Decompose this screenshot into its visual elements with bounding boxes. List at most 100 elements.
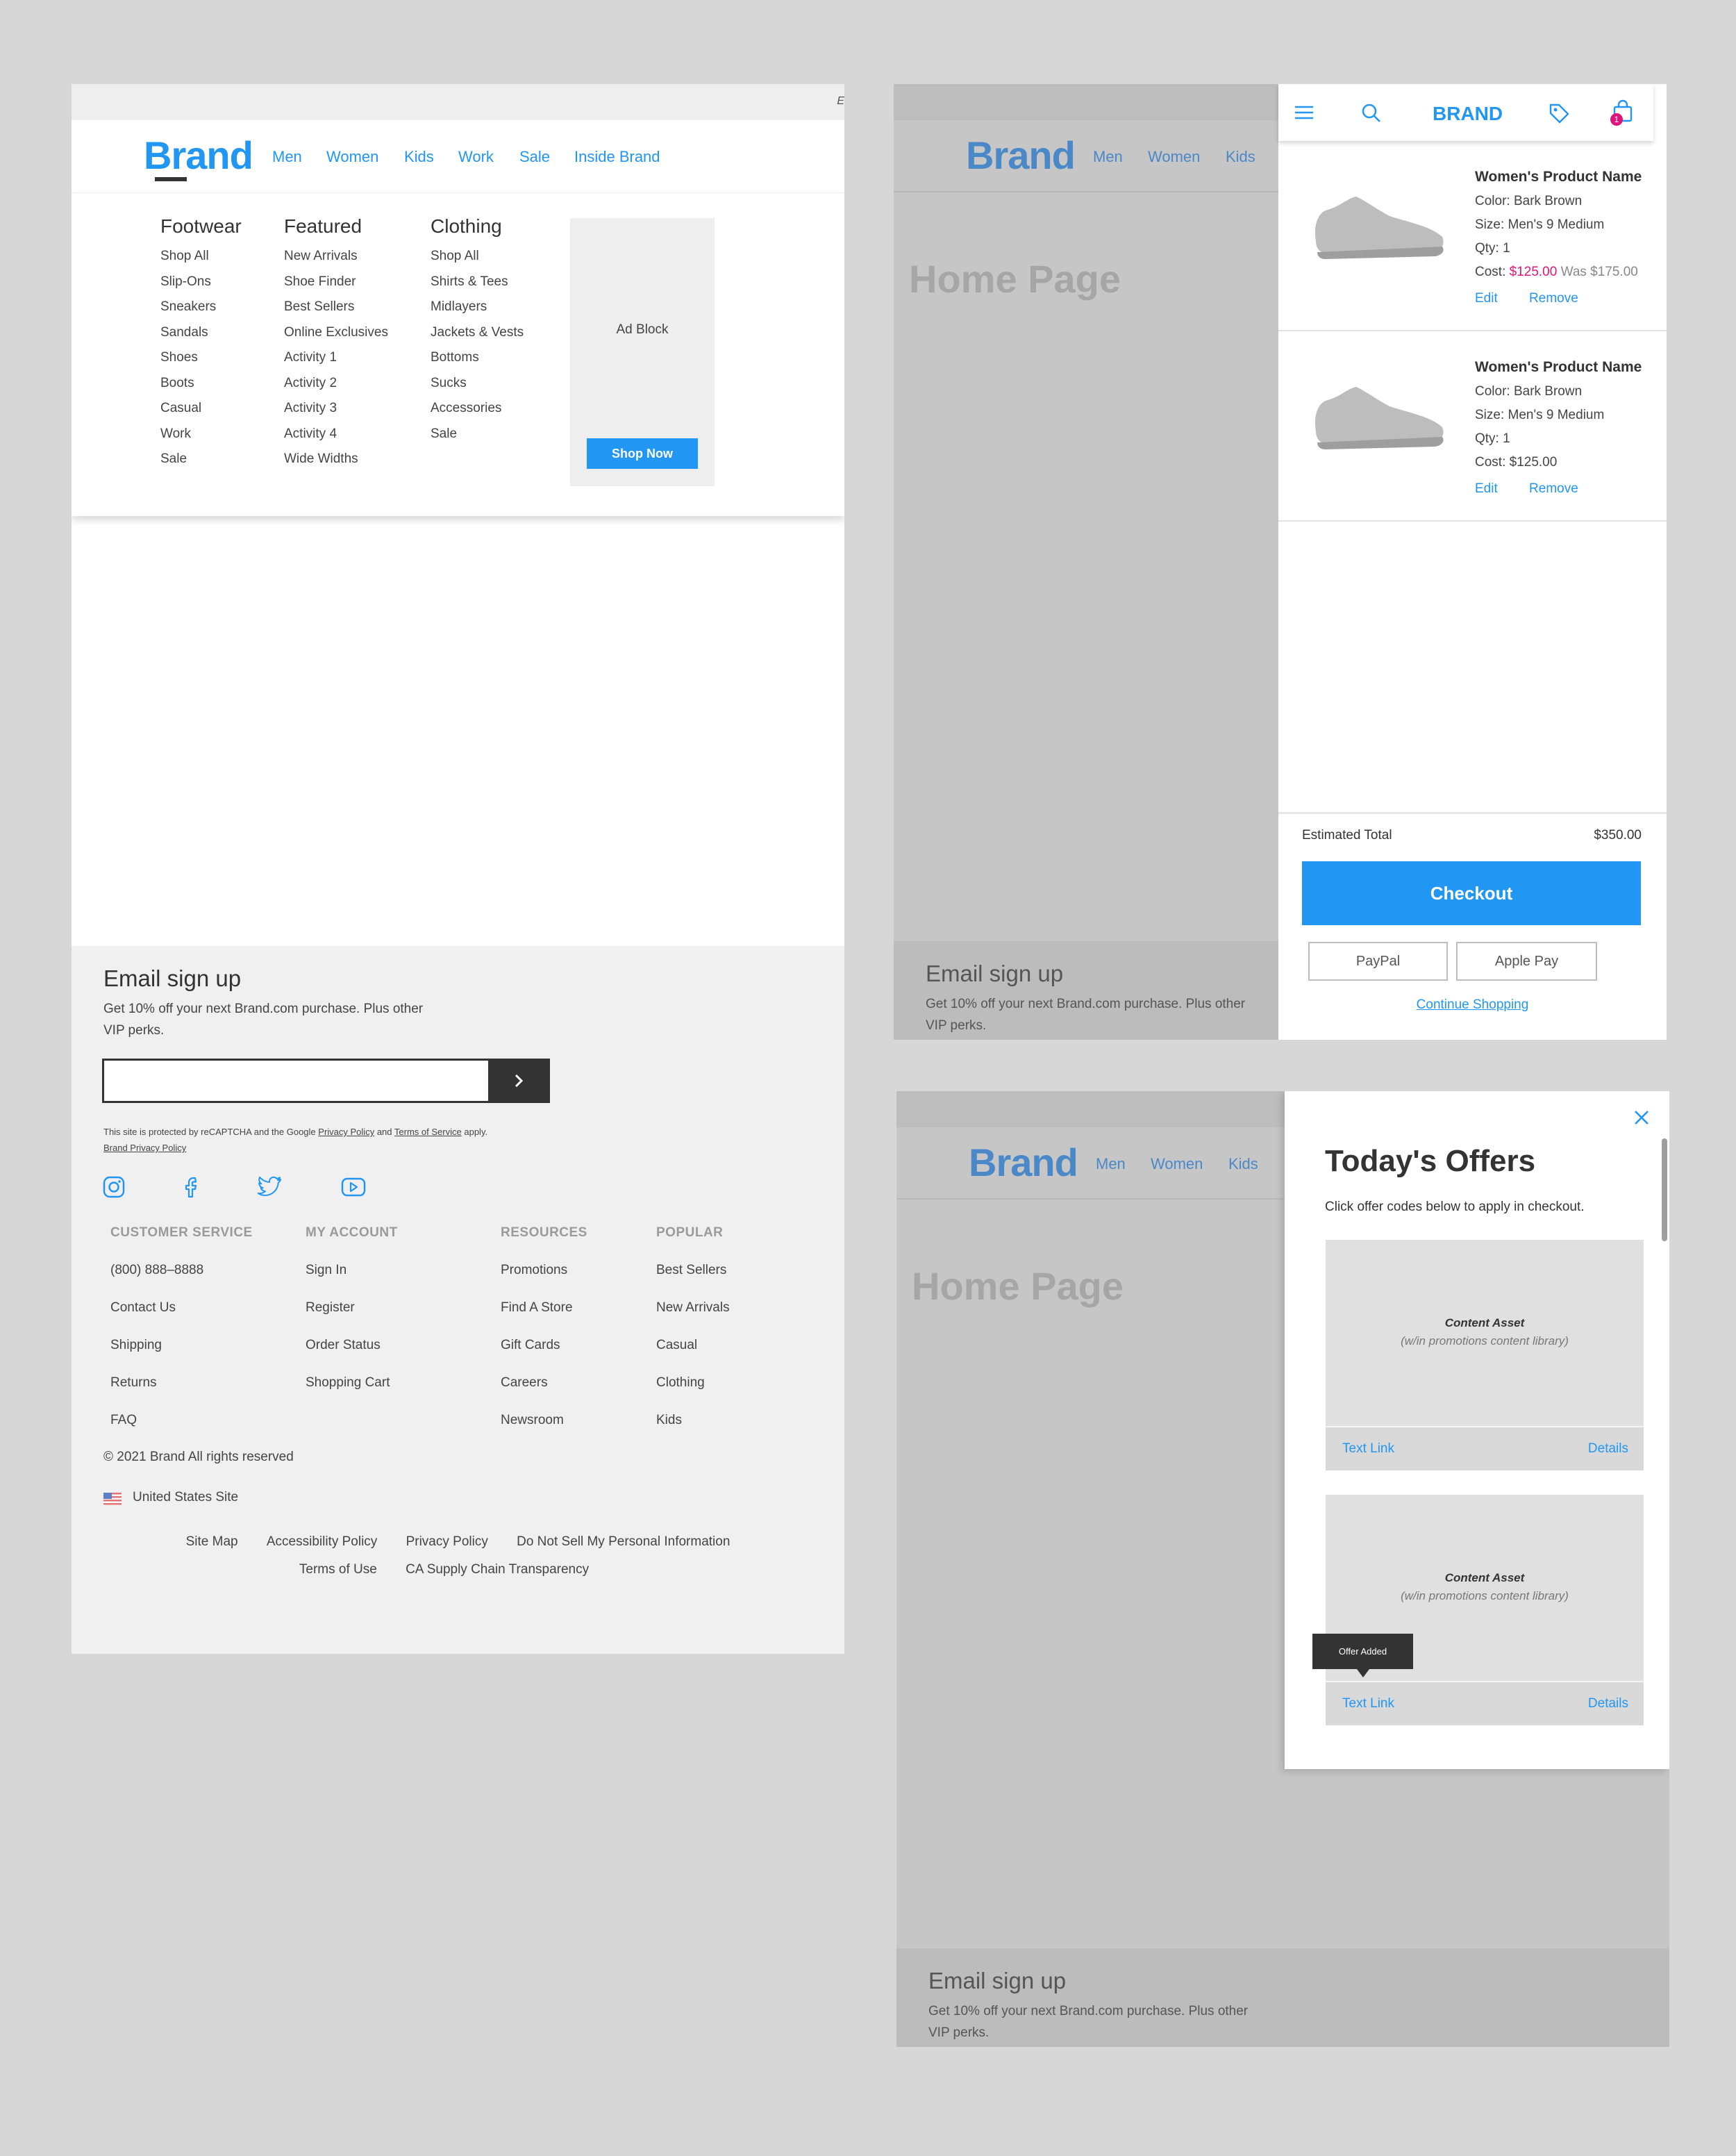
- country-site-link[interactable]: United States Site: [133, 1490, 238, 1505]
- mega-link[interactable]: Midlayers: [431, 299, 524, 315]
- legal-link[interactable]: Privacy Policy: [406, 1534, 488, 1549]
- remove-link[interactable]: Remove: [1529, 481, 1578, 496]
- footer-link[interactable]: Contact Us: [110, 1300, 253, 1316]
- brand-privacy-link[interactable]: Brand Privacy Policy: [103, 1143, 186, 1153]
- close-icon[interactable]: [1633, 1109, 1650, 1126]
- footer-column-popular: POPULAR Best Sellers New Arrivals Casual…: [656, 1225, 730, 1450]
- nav-kids: Kids: [1228, 1155, 1258, 1172]
- footer-link[interactable]: Register: [306, 1300, 398, 1316]
- twitter-icon[interactable]: [256, 1175, 283, 1199]
- continue-shopping-link[interactable]: Continue Shopping: [1278, 997, 1667, 1013]
- product-name[interactable]: Women's Product Name: [1475, 169, 1642, 185]
- item-actions: Edit Remove: [1475, 481, 1642, 497]
- mega-link[interactable]: Activity 2: [284, 376, 388, 391]
- instagram-icon[interactable]: [102, 1175, 126, 1199]
- nav-men[interactable]: Men: [272, 148, 302, 166]
- product-name[interactable]: Women's Product Name: [1475, 359, 1642, 376]
- mega-link[interactable]: Activity 1: [284, 350, 388, 365]
- legal-link[interactable]: CA Supply Chain Transparency: [406, 1562, 589, 1577]
- footer-column-my-account: MY ACCOUNT Sign In Register Order Status…: [306, 1225, 398, 1413]
- email-submit-button[interactable]: [488, 1059, 550, 1103]
- recaptcha-apply: apply.: [464, 1127, 488, 1137]
- mega-link[interactable]: Shirts & Tees: [431, 274, 524, 290]
- cost-label: Cost:: [1475, 265, 1506, 279]
- footer-link[interactable]: (800) 888–8888: [110, 1263, 253, 1278]
- legal-link[interactable]: Accessibility Policy: [267, 1534, 377, 1549]
- footer-link[interactable]: New Arrivals: [656, 1300, 730, 1316]
- mega-link[interactable]: New Arrivals: [284, 249, 388, 264]
- mega-link[interactable]: Shop All: [431, 249, 524, 264]
- footer-link[interactable]: FAQ: [110, 1413, 253, 1428]
- nav-sale[interactable]: Sale: [519, 148, 550, 166]
- footer-link[interactable]: Find A Store: [501, 1300, 587, 1316]
- shop-now-button[interactable]: Shop Now: [587, 438, 698, 469]
- mega-link[interactable]: Boots: [160, 376, 242, 391]
- mega-link[interactable]: Slip-Ons: [160, 274, 242, 290]
- mega-link[interactable]: Best Sellers: [284, 299, 388, 315]
- footer-link[interactable]: Promotions: [501, 1263, 587, 1278]
- footer-link[interactable]: Casual: [656, 1338, 730, 1353]
- terms-of-service-link[interactable]: Terms of Service: [394, 1127, 462, 1137]
- nav-kids[interactable]: Kids: [404, 148, 434, 166]
- mega-link[interactable]: Accessories: [431, 401, 524, 416]
- mega-link[interactable]: Activity 4: [284, 426, 388, 442]
- mega-link[interactable]: Sale: [431, 426, 524, 442]
- youtube-icon[interactable]: [340, 1177, 367, 1197]
- apple-pay-button[interactable]: Apple Pay: [1456, 942, 1597, 981]
- nav-women[interactable]: Women: [326, 148, 378, 166]
- footer-link[interactable]: Kids: [656, 1413, 730, 1428]
- offers-scrollbar[interactable]: [1662, 1138, 1667, 1241]
- mega-link[interactable]: Shoes: [160, 350, 242, 365]
- logo-active-underline: [155, 177, 187, 181]
- mega-link[interactable]: Sale: [160, 451, 242, 467]
- facebook-icon[interactable]: [181, 1175, 205, 1199]
- footer-link[interactable]: Order Status: [306, 1338, 398, 1353]
- brand-logo[interactable]: Brand: [144, 133, 253, 178]
- mega-link[interactable]: Jackets & Vests: [431, 325, 524, 340]
- offer-text-link[interactable]: Text Link: [1342, 1441, 1394, 1457]
- nav-inside-brand[interactable]: Inside Brand: [574, 148, 660, 166]
- legal-link[interactable]: Terms of Use: [299, 1562, 377, 1577]
- edit-link[interactable]: Edit: [1475, 291, 1498, 306]
- mega-link[interactable]: Bottoms: [431, 350, 524, 365]
- offer-text-link[interactable]: Text Link: [1342, 1696, 1394, 1711]
- mega-link[interactable]: Shop All: [160, 249, 242, 264]
- mega-link[interactable]: Wide Widths: [284, 451, 388, 467]
- item-details: Women's Product Name Color: Bark Brown S…: [1475, 359, 1642, 497]
- offer-details-link[interactable]: Details: [1588, 1441, 1628, 1457]
- footer-link[interactable]: Sign In: [306, 1263, 398, 1278]
- tag-icon[interactable]: [1548, 102, 1570, 124]
- footer-link[interactable]: Clothing: [656, 1375, 730, 1391]
- mega-link[interactable]: Sandals: [160, 325, 242, 340]
- footer-link[interactable]: Careers: [501, 1375, 587, 1391]
- offer-card: Content Asset (w/in promotions content l…: [1326, 1495, 1644, 1725]
- mega-column-featured: Featured New Arrivals Shoe Finder Best S…: [284, 215, 388, 477]
- mega-link[interactable]: Sneakers: [160, 299, 242, 315]
- hamburger-menu-icon[interactable]: [1294, 103, 1314, 122]
- mega-link[interactable]: Work: [160, 426, 242, 442]
- footer-link[interactable]: Newsroom: [501, 1413, 587, 1428]
- mega-link[interactable]: Online Exclusives: [284, 325, 388, 340]
- drawer-brand-logo[interactable]: BRAND: [1433, 103, 1503, 125]
- legal-link[interactable]: Site Map: [186, 1534, 238, 1549]
- offer-card: Content Asset (w/in promotions content l…: [1326, 1240, 1644, 1470]
- mega-link[interactable]: Sucks: [431, 376, 524, 391]
- mega-link[interactable]: Activity 3: [284, 401, 388, 416]
- mega-link[interactable]: Shoe Finder: [284, 274, 388, 290]
- footer-link[interactable]: Gift Cards: [501, 1338, 587, 1353]
- search-icon[interactable]: [1360, 102, 1383, 124]
- checkout-button[interactable]: Checkout: [1302, 861, 1641, 925]
- footer-link[interactable]: Shopping Cart: [306, 1375, 398, 1391]
- legal-link[interactable]: Do Not Sell My Personal Information: [517, 1534, 730, 1549]
- offer-details-link[interactable]: Details: [1588, 1696, 1628, 1711]
- remove-link[interactable]: Remove: [1529, 291, 1578, 306]
- paypal-button[interactable]: PayPal: [1308, 942, 1448, 981]
- mega-link[interactable]: Casual: [160, 401, 242, 416]
- email-field[interactable]: [102, 1059, 491, 1103]
- footer-link[interactable]: Best Sellers: [656, 1263, 730, 1278]
- privacy-policy-link[interactable]: Privacy Policy: [318, 1127, 374, 1137]
- edit-link[interactable]: Edit: [1475, 481, 1498, 496]
- nav-work[interactable]: Work: [458, 148, 494, 166]
- footer-link[interactable]: Returns: [110, 1375, 253, 1391]
- footer-link[interactable]: Shipping: [110, 1338, 253, 1353]
